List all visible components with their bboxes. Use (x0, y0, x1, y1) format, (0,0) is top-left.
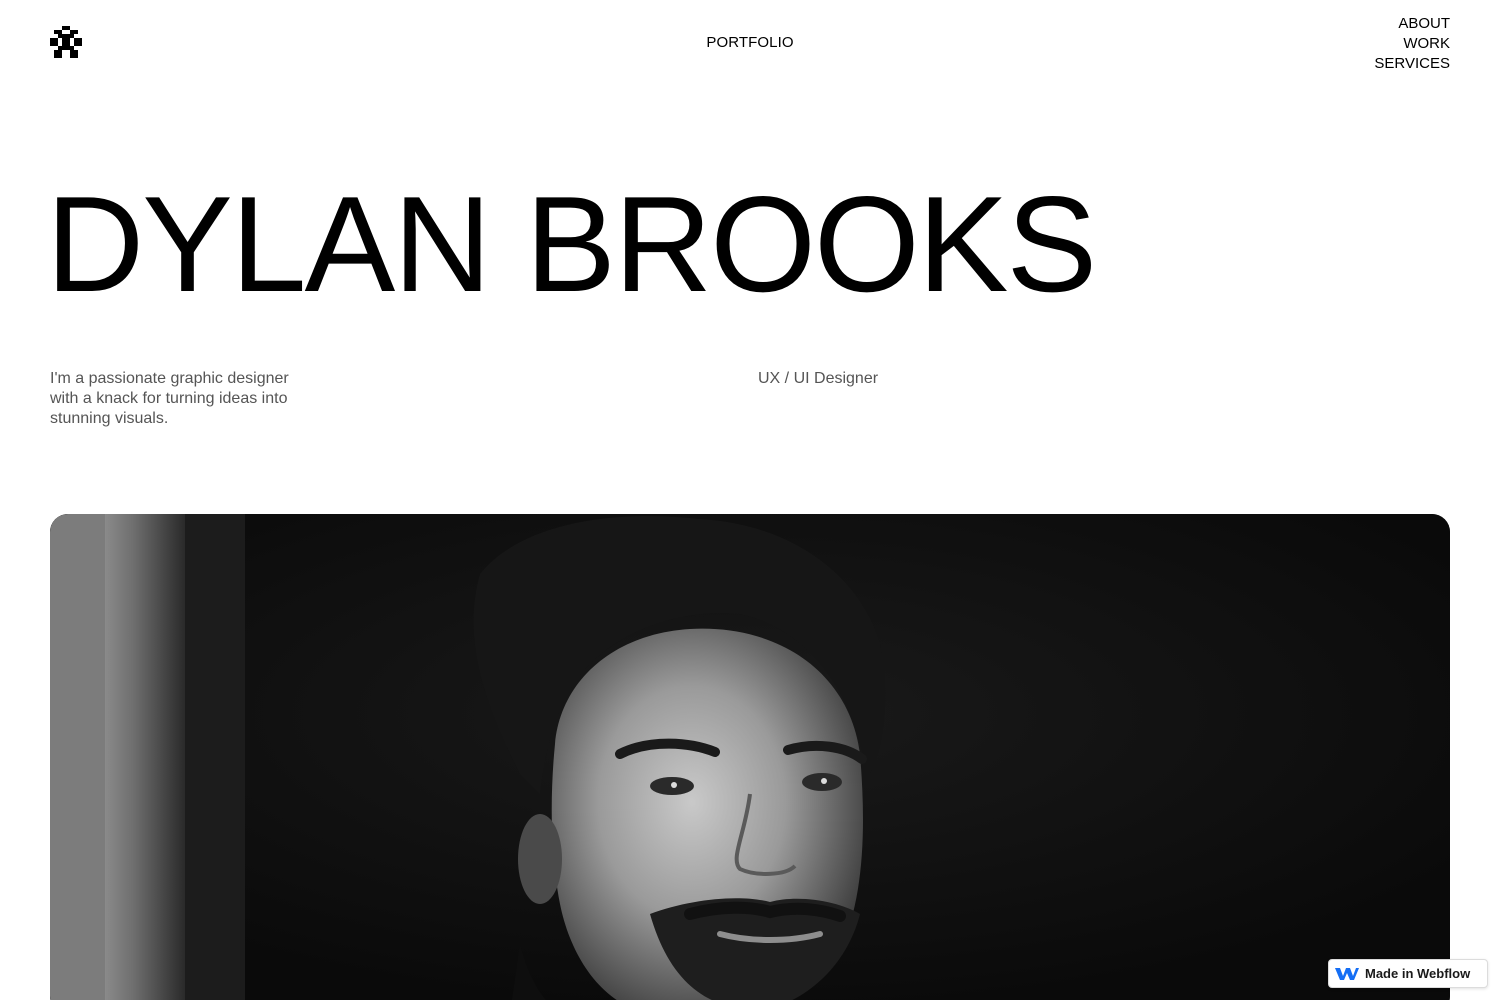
webflow-icon (1335, 966, 1359, 982)
role-text: UX / UI Designer (758, 370, 879, 387)
intro-text: I'm a passionate graphic designer with a… (50, 370, 289, 427)
center-nav: PORTFOLIO (0, 34, 1500, 51)
portrait-photo (50, 514, 1450, 1000)
made-in-webflow-badge[interactable]: Made in Webflow (1328, 959, 1488, 988)
portfolio-link[interactable]: PORTFOLIO (706, 34, 793, 51)
nav-services-link[interactable]: SERVICES (1374, 54, 1450, 74)
badge-label: Made in Webflow (1365, 966, 1471, 981)
hero-title: DYLAN BROOKS (46, 168, 1097, 320)
nav-about-link[interactable]: ABOUT (1374, 14, 1450, 34)
nav-work-link[interactable]: WORK (1374, 34, 1450, 54)
main-nav: ABOUT WORK SERVICES (1374, 14, 1450, 74)
